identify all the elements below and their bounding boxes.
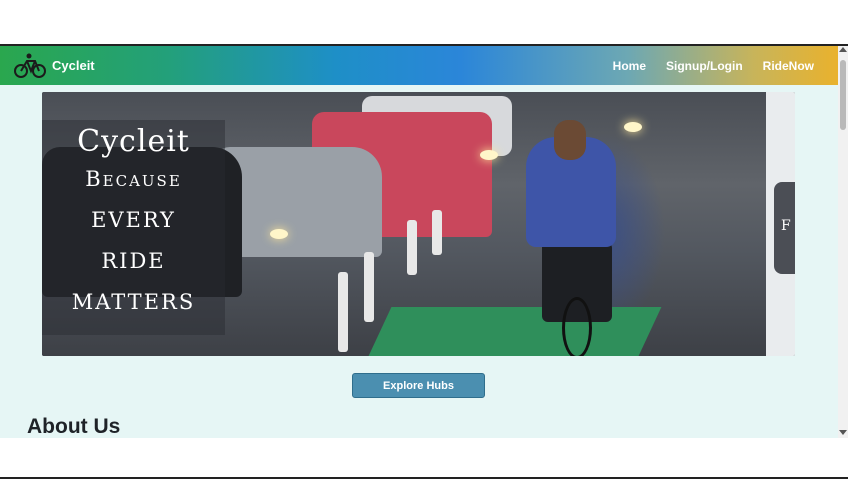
hero-carousel[interactable]: Cycleit Because every ride matters F xyxy=(42,92,795,356)
explore-hubs-button[interactable]: Explore Hubs xyxy=(352,373,485,398)
photo-headlight xyxy=(624,122,642,132)
vertical-scrollbar[interactable] xyxy=(838,46,848,438)
nav-link-ridenow[interactable]: RideNow xyxy=(763,59,814,73)
scroll-thumb[interactable] xyxy=(840,60,846,130)
photo-bollard xyxy=(338,272,348,352)
hero-tagline-line: matters xyxy=(71,290,196,314)
hero-tagline-line: ride xyxy=(101,249,166,273)
hero-caption: Cycleit Because every ride matters xyxy=(42,120,225,335)
scroll-down-arrow-icon[interactable] xyxy=(839,430,847,435)
next-slide-preview[interactable]: F xyxy=(766,92,795,356)
browser-viewport: Cycleit Home Signup/Login RideNow Cyclei… xyxy=(0,46,838,438)
brand[interactable]: Cycleit xyxy=(14,53,95,79)
brand-name: Cycleit xyxy=(52,58,95,73)
photo-bollard xyxy=(432,210,442,255)
frame-divider-bottom xyxy=(0,477,848,479)
photo-bike-wheel xyxy=(562,297,592,356)
about-us-heading: About Us xyxy=(27,415,121,438)
photo-bollard xyxy=(364,252,374,322)
hero-tagline-line: Because xyxy=(85,167,182,191)
nav-link-signup-login[interactable]: Signup/Login xyxy=(666,59,743,73)
photo-bollard xyxy=(407,220,417,275)
photo-bike-lane xyxy=(368,307,662,356)
navbar: Cycleit Home Signup/Login RideNow xyxy=(0,46,838,85)
top-letterbox xyxy=(0,0,848,44)
hero-title: Cycleit xyxy=(77,124,190,159)
photo-rider-head xyxy=(554,120,586,160)
nav-links: Home Signup/Login RideNow xyxy=(593,46,814,85)
bicycle-icon xyxy=(14,53,46,78)
photo-headlight xyxy=(480,150,498,160)
scroll-up-arrow-icon[interactable] xyxy=(839,47,847,52)
hero-tagline-line: every xyxy=(91,208,176,232)
next-slide-letter: F xyxy=(781,218,791,234)
nav-link-home[interactable]: Home xyxy=(613,59,646,73)
photo-headlight xyxy=(270,229,288,239)
bottom-letterbox xyxy=(0,438,848,480)
